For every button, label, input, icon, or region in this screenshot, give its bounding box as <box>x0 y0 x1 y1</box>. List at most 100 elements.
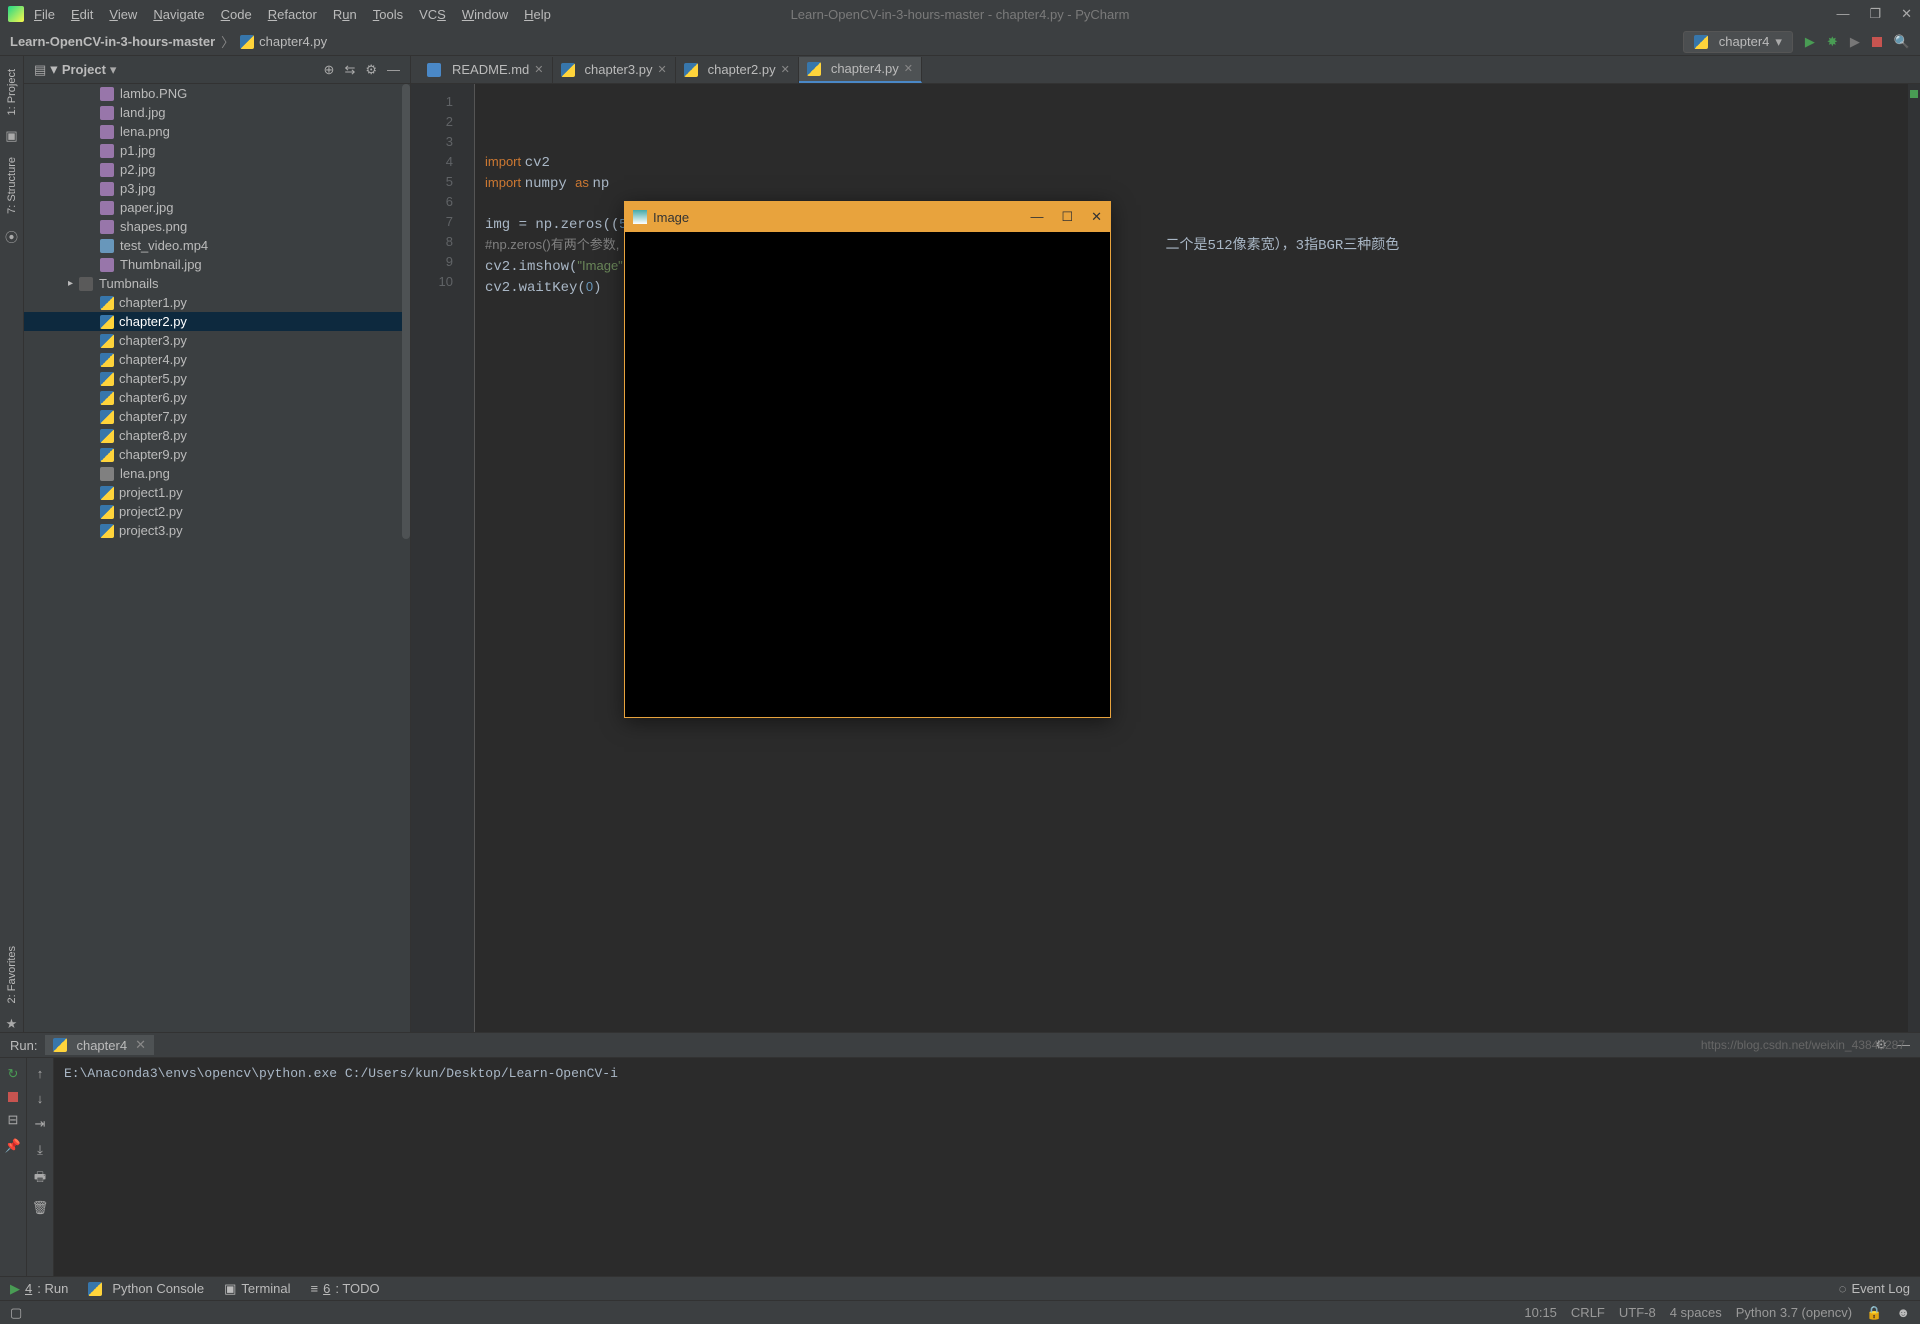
breadcrumb-file[interactable]: chapter4.py <box>259 34 327 49</box>
tree-item[interactable]: lambo.PNG <box>24 84 410 103</box>
cursor-position[interactable]: 10:15 <box>1524 1305 1557 1320</box>
menu-edit[interactable]: Edit <box>71 7 93 22</box>
project-tree[interactable]: lambo.PNGland.jpglena.pngp1.jpgp2.jpgp3.… <box>24 84 410 1032</box>
coverage-icon[interactable]: ▶ <box>1850 34 1860 50</box>
indent[interactable]: 4 spaces <box>1670 1305 1722 1320</box>
close-icon[interactable]: ✕ <box>1901 6 1912 22</box>
inspector-icon[interactable]: ☻ <box>1896 1305 1910 1320</box>
breadcrumb-project[interactable]: Learn-OpenCV-in-3-hours-master <box>10 34 215 49</box>
event-log-button[interactable]: ◌ Event Log <box>1839 1281 1910 1296</box>
menu-run[interactable]: Run <box>333 7 357 22</box>
locate-icon[interactable]: ⊕ <box>324 62 335 78</box>
up-icon[interactable]: ↑ <box>37 1066 44 1081</box>
console-output[interactable]: E:\Anaconda3\envs\opencv\python.exe C:/U… <box>54 1058 1920 1276</box>
debug-icon[interactable]: ✸ <box>1827 34 1838 50</box>
hide-icon[interactable]: — <box>387 62 400 78</box>
tree-item[interactable]: chapter9.py <box>24 445 410 464</box>
tool-tab-terminal[interactable]: ▣ Terminal <box>224 1281 290 1297</box>
minimize-icon[interactable]: — <box>1030 209 1043 225</box>
lock-icon[interactable]: 🔒 <box>1866 1305 1882 1321</box>
trash-icon[interactable]: 🗑 <box>32 1200 49 1216</box>
tool-tab-structure[interactable]: 7: Structure <box>4 152 20 219</box>
tool-tab-favorites[interactable]: 2: Favorites <box>4 941 20 1008</box>
close-icon[interactable]: ✕ <box>534 63 543 76</box>
tree-item[interactable]: p3.jpg <box>24 179 410 198</box>
editor-tab[interactable]: README.md✕ <box>419 57 553 83</box>
tree-item[interactable]: project1.py <box>24 483 410 502</box>
minimize-icon[interactable]: — <box>1836 6 1849 22</box>
close-icon[interactable]: ✕ <box>781 63 790 76</box>
tool-tab-python-console[interactable]: Python Console <box>88 1281 204 1296</box>
tool-tab-project[interactable]: 1: Project <box>4 64 20 120</box>
maximize-icon[interactable]: ☐ <box>1061 209 1073 225</box>
tree-item[interactable]: paper.jpg <box>24 198 410 217</box>
tree-item[interactable]: lena.png <box>24 122 410 141</box>
tree-item[interactable]: chapter2.py <box>24 312 410 331</box>
layout-icon[interactable]: ⊟ <box>8 1112 19 1128</box>
maximize-icon[interactable]: ❐ <box>1869 6 1881 22</box>
editor-tab[interactable]: chapter4.py✕ <box>799 57 922 83</box>
scroll-icon[interactable]: ⤓ <box>37 1142 43 1158</box>
collapse-icon[interactable]: ⇆ <box>344 62 355 78</box>
folder-icon[interactable]: ▣ <box>5 128 17 144</box>
tree-item[interactable]: chapter6.py <box>24 388 410 407</box>
menu-file[interactable]: File <box>34 7 55 22</box>
menu-view[interactable]: View <box>109 7 137 22</box>
star-icon[interactable]: ★ <box>6 1016 18 1032</box>
pin-icon[interactable]: 📌 <box>5 1138 21 1154</box>
tree-item[interactable]: chapter3.py <box>24 331 410 350</box>
tool-tab-todo[interactable]: ≡ 6: TODO <box>311 1281 380 1296</box>
scrollbar[interactable] <box>402 84 410 539</box>
run-icon[interactable]: ▶ <box>1805 34 1815 50</box>
tool-tab-run[interactable]: ▶4: Run <box>10 1281 68 1297</box>
tree-item[interactable]: p1.jpg <box>24 141 410 160</box>
menu-code[interactable]: Code <box>221 7 252 22</box>
gear-icon[interactable]: ⚙ <box>365 62 377 78</box>
menu-window[interactable]: Window <box>462 7 508 22</box>
tree-item[interactable]: shapes.png <box>24 217 410 236</box>
project-panel-title[interactable]: Project <box>51 62 106 78</box>
tree-item[interactable]: chapter1.py <box>24 293 410 312</box>
tree-item[interactable]: chapter7.py <box>24 407 410 426</box>
tree-item[interactable]: chapter4.py <box>24 350 410 369</box>
menu-vcs[interactable]: VCS <box>419 7 446 22</box>
tree-item[interactable]: project3.py <box>24 521 410 540</box>
search-icon[interactable]: 🔍 <box>1894 34 1910 50</box>
opencv-title-bar[interactable]: Image — ☐ ✕ <box>625 202 1110 232</box>
close-icon[interactable]: ✕ <box>904 62 913 75</box>
close-icon[interactable]: ✕ <box>135 1037 146 1053</box>
status-icon[interactable]: ▢ <box>10 1305 22 1321</box>
down-icon[interactable]: ↓ <box>37 1091 44 1106</box>
tree-item[interactable]: Tumbnails <box>24 274 410 293</box>
tree-item[interactable]: project2.py <box>24 502 410 521</box>
tree-item[interactable]: Thumbnail.jpg <box>24 255 410 274</box>
wrap-icon[interactable]: ⇥ <box>35 1116 46 1132</box>
opencv-image-window[interactable]: Image — ☐ ✕ <box>624 201 1111 718</box>
close-icon[interactable]: ✕ <box>657 63 666 76</box>
vid-file-icon <box>100 239 114 253</box>
menu-tools[interactable]: Tools <box>373 7 403 22</box>
print-icon[interactable]: 🖶 <box>34 1168 46 1190</box>
tree-item[interactable]: chapter8.py <box>24 426 410 445</box>
editor-tab[interactable]: chapter3.py✕ <box>553 57 676 83</box>
tree-item[interactable]: test_video.mp4 <box>24 236 410 255</box>
tree-item[interactable]: land.jpg <box>24 103 410 122</box>
python-file-icon <box>240 35 254 49</box>
menu-refactor[interactable]: Refactor <box>268 7 317 22</box>
menu-help[interactable]: Help <box>524 7 551 22</box>
structure-icon[interactable]: ⦿ <box>5 227 18 246</box>
encoding[interactable]: UTF-8 <box>1619 1305 1656 1320</box>
menu-navigate[interactable]: Navigate <box>153 7 204 22</box>
tree-item[interactable]: lena.png <box>24 464 410 483</box>
editor-tab[interactable]: chapter2.py✕ <box>676 57 799 83</box>
stop-icon[interactable] <box>8 1092 18 1102</box>
close-icon[interactable]: ✕ <box>1091 209 1102 225</box>
run-config-selector[interactable]: chapter4 ▾ <box>1683 31 1793 53</box>
stop-icon[interactable] <box>1872 37 1882 47</box>
tree-item[interactable]: p2.jpg <box>24 160 410 179</box>
line-separator[interactable]: CRLF <box>1571 1305 1605 1320</box>
interpreter[interactable]: Python 3.7 (opencv) <box>1736 1305 1852 1320</box>
tree-item[interactable]: chapter5.py <box>24 369 410 388</box>
run-tab[interactable]: chapter4 ✕ <box>45 1035 154 1055</box>
chevron-down-icon[interactable]: ▾ <box>110 62 117 78</box>
